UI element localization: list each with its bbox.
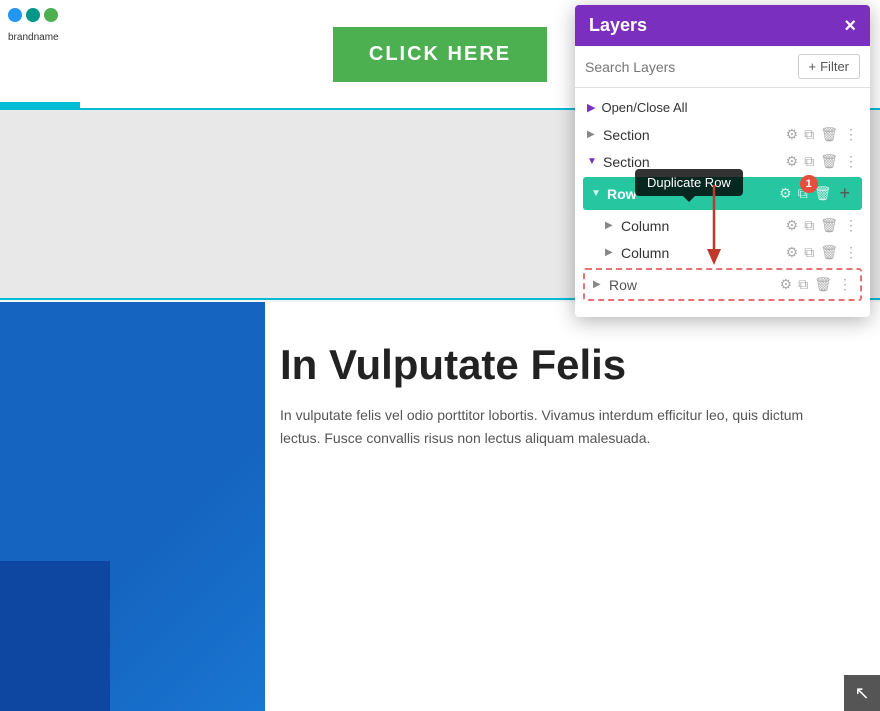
delete-icon-section-2[interactable]: 🗑 <box>820 153 838 170</box>
bottom-heading: In Vulputate Felis <box>280 342 840 388</box>
expand-arrow-section-2-icon: ▼ <box>587 156 599 167</box>
top-bar-dots <box>0 0 66 30</box>
delete-icon-row-dashed[interactable]: 🗑 <box>814 276 832 293</box>
layer-icons-section-1: ⚙ ⧉ 🗑 ⋮ <box>786 126 858 143</box>
more-icon-section-1[interactable]: ⋮ <box>844 126 858 143</box>
blue-shape-inner <box>0 561 110 711</box>
copy-icon-col1[interactable]: ⧉ <box>804 217 814 234</box>
expand-arrow-col1-icon: ▶ <box>605 220 617 231</box>
dot-teal <box>26 8 40 22</box>
teal-bar <box>0 102 80 108</box>
settings-icon-row-dashed[interactable]: ⚙ <box>780 276 793 293</box>
filter-button[interactable]: + Filter <box>798 54 860 79</box>
layer-item-row-dashed[interactable]: ▶ Row ⚙ ⧉ 🗑 ⋮ <box>583 268 862 301</box>
layer-label-column-2: Column <box>621 245 782 261</box>
layers-search-row: + Filter <box>575 46 870 88</box>
duplicate-row-tooltip: Duplicate Row <box>635 169 743 196</box>
layers-body: ▶ Open/Close All ▶ Section ⚙ ⧉ 🗑 ⋮ ▼ Sec… <box>575 88 870 309</box>
more-icon-col2[interactable]: ⋮ <box>844 244 858 261</box>
layer-item-column-1[interactable]: ▶ Column ⚙ ⧉ 🗑 ⋮ <box>575 212 870 239</box>
layer-item-column-2[interactable]: ▶ Column ⚙ ⧉ 🗑 ⋮ <box>575 239 870 266</box>
settings-icon-col1[interactable]: ⚙ <box>786 217 799 234</box>
copy-icon-col2[interactable]: ⧉ <box>804 244 814 261</box>
layer-label-section-1: Section <box>603 127 782 143</box>
layer-item-section-1[interactable]: ▶ Section ⚙ ⧉ 🗑 ⋮ <box>575 121 870 148</box>
layer-icons-col1: ⚙ ⧉ 🗑 ⋮ <box>786 217 858 234</box>
open-close-all[interactable]: ▶ Open/Close All <box>575 94 870 121</box>
blue-shape <box>0 302 265 711</box>
move-arrow-indicator <box>705 185 723 265</box>
layer-label-row-dashed: Row <box>609 277 776 293</box>
delete-icon-col2[interactable]: 🗑 <box>820 244 838 261</box>
layers-title: Layers <box>589 15 647 36</box>
layers-header: Layers × <box>575 5 870 46</box>
copy-icon-section-2[interactable]: ⧉ <box>804 153 814 170</box>
filter-plus-icon: + <box>809 59 817 74</box>
layers-panel: Layers × + Filter ▶ Open/Close All ▶ Sec… <box>575 5 870 317</box>
delete-icon-section-1[interactable]: 🗑 <box>820 126 838 143</box>
expand-arrow-row-dashed-icon: ▶ <box>593 279 605 290</box>
tooltip-row-container: Duplicate Row ▼ Row ⚙ ⧉ 1 🗑 <box>575 177 870 210</box>
copy-icon-row-dashed[interactable]: ⧉ <box>798 276 808 293</box>
bottom-settings-icon[interactable]: ↖ <box>844 675 880 711</box>
filter-label: Filter <box>820 59 849 74</box>
dot-blue <box>8 8 22 22</box>
settings-icon-section-2[interactable]: ⚙ <box>786 153 799 170</box>
more-icon-row-dashed[interactable]: ⋮ <box>838 276 852 293</box>
arrow-icon: ↖ <box>854 683 869 704</box>
bottom-section: In Vulputate Felis In vulputate felis ve… <box>0 302 880 711</box>
brand-name: brandname <box>0 30 67 45</box>
open-close-arrow-icon: ▶ <box>587 101 595 114</box>
layer-icons-row-dashed: ⚙ ⧉ 🗑 ⋮ <box>780 276 852 293</box>
layer-label-section-2: Section <box>603 154 782 170</box>
dot-green <box>44 8 58 22</box>
settings-icon-row[interactable]: ⚙ <box>779 185 792 202</box>
layers-close-button[interactable]: × <box>844 16 856 36</box>
click-here-button[interactable]: CLICK HERE <box>333 27 547 82</box>
settings-icon-col2[interactable]: ⚙ <box>786 244 799 261</box>
main-content: brandname CLICK HERE In Vulputate Felis … <box>0 0 880 711</box>
copy-icon-row[interactable]: ⧉ 1 <box>798 185 808 202</box>
bottom-body: In vulputate felis vel odio porttitor lo… <box>280 404 840 449</box>
add-row-button[interactable]: + <box>835 183 854 204</box>
layer-icons-row: ⚙ ⧉ 1 🗑 <box>779 185 831 202</box>
copy-icon-section-1[interactable]: ⧉ <box>804 126 814 143</box>
delete-icon-col1[interactable]: 🗑 <box>820 217 838 234</box>
expand-arrow-icon: ▶ <box>587 129 599 140</box>
layers-search-input[interactable] <box>585 59 792 75</box>
badge-count: 1 <box>800 175 818 193</box>
expand-arrow-row-icon: ▼ <box>591 188 603 199</box>
open-close-all-label: Open/Close All <box>601 100 687 115</box>
layer-icons-section-2: ⚙ ⧉ 🗑 ⋮ <box>786 153 858 170</box>
expand-arrow-col2-icon: ▶ <box>605 247 617 258</box>
more-icon-section-2[interactable]: ⋮ <box>844 153 858 170</box>
settings-icon-section-1[interactable]: ⚙ <box>786 126 799 143</box>
more-icon-col1[interactable]: ⋮ <box>844 217 858 234</box>
layer-icons-col2: ⚙ ⧉ 🗑 ⋮ <box>786 244 858 261</box>
layer-label-column-1: Column <box>621 218 782 234</box>
bottom-text: In Vulputate Felis In vulputate felis ve… <box>280 342 850 449</box>
